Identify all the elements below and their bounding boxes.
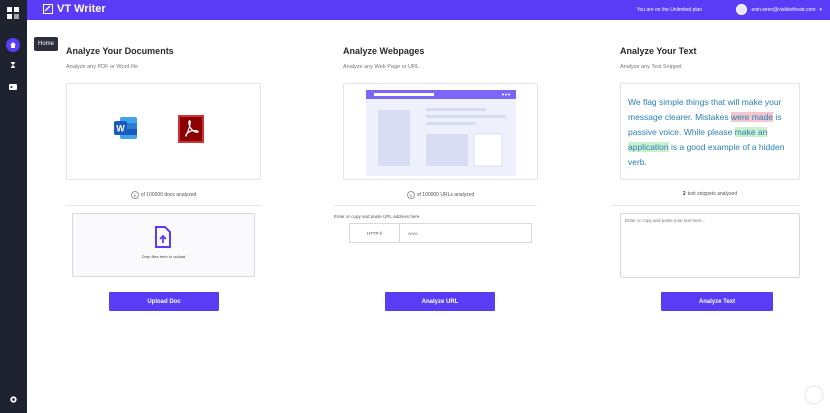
webpage-illustration: [343, 83, 538, 180]
webpages-subtitle: Analyze any Web Page or URL: [343, 64, 420, 70]
webpages-title: Analyze Webpages: [343, 46, 425, 56]
upload-doc-button[interactable]: Upload Doc: [109, 292, 219, 311]
url-protocol-prefix: HTTP://: [350, 224, 400, 242]
sidebar: [0, 0, 27, 413]
id-card-icon[interactable]: [6, 80, 20, 94]
brand-name: VT Writer: [57, 3, 106, 15]
text-count-text: text snippets analyzed: [687, 191, 738, 197]
passive-voice-highlight: were made: [730, 112, 774, 122]
avatar: [736, 4, 748, 15]
documents-card: W: [66, 83, 261, 180]
webpages-count: 0 of 100000 URLs analyzed: [343, 191, 538, 199]
text-demo-card: We flag simple things that will make you…: [620, 83, 800, 180]
url-input-group: HTTP:// www.: [349, 223, 532, 243]
divider: [334, 205, 537, 206]
analyze-text-button[interactable]: Analyze Text: [661, 292, 773, 311]
home-tooltip: Home: [34, 37, 59, 51]
brand-logo-icon: [43, 4, 53, 14]
chevron-down-icon: ▾: [819, 6, 822, 13]
documents-count-value: 5: [130, 191, 139, 199]
svg-text:W: W: [116, 124, 125, 134]
analyze-url-button[interactable]: Analyze URL: [385, 292, 495, 311]
url-label: Enter or copy and paste URL address here: [334, 214, 420, 219]
file-dropzone[interactable]: Drop files here to upload: [72, 213, 255, 277]
documents-subtitle: Analyze any PDF or Word file: [66, 64, 139, 70]
user-menu[interactable]: eoin.wren@visibletheatr.com ▾: [736, 4, 822, 15]
documents-count-text: of 100000 docs analyzed: [140, 192, 197, 198]
dropzone-text: Drop files here to upload: [141, 254, 186, 259]
file-upload-icon: [153, 226, 173, 248]
webpages-count-value: 0: [406, 191, 415, 199]
home-icon[interactable]: [6, 38, 20, 52]
text-subtitle: Analyze any Text Snippet: [620, 64, 682, 70]
divider: [66, 205, 261, 206]
text-title: Analyze Your Text: [620, 46, 697, 56]
corner-widget[interactable]: [804, 385, 824, 405]
settings-icon[interactable]: [6, 392, 20, 406]
divider: [612, 205, 800, 206]
browser-illustration-icon: [366, 90, 516, 176]
webpages-count-text: of 100000 URLs analyzed: [416, 192, 475, 198]
documents-count: 5 of 100000 docs analyzed: [66, 191, 261, 199]
documents-title: Analyze Your Documents: [66, 46, 174, 56]
brand[interactable]: VT Writer: [43, 3, 106, 15]
logo-icon[interactable]: [6, 6, 20, 20]
text-count-value: 2: [682, 191, 686, 197]
hourglass-icon[interactable]: [6, 58, 20, 72]
text-count: 2 text snippets analyzed: [620, 191, 800, 197]
top-bar: VT Writer You are on the Unlimited plan …: [27, 0, 830, 20]
text-demo: We flag simple things that will make you…: [621, 84, 799, 181]
plan-status: You are on the Unlimited plan: [636, 7, 702, 13]
text-input[interactable]: Enter or copy and paste your text here..…: [620, 213, 800, 278]
user-email: eoin.wren@visibletheatr.com: [751, 6, 816, 13]
word-icon: W: [112, 115, 138, 141]
pdf-icon: [178, 115, 204, 143]
url-input[interactable]: www.: [400, 224, 531, 242]
